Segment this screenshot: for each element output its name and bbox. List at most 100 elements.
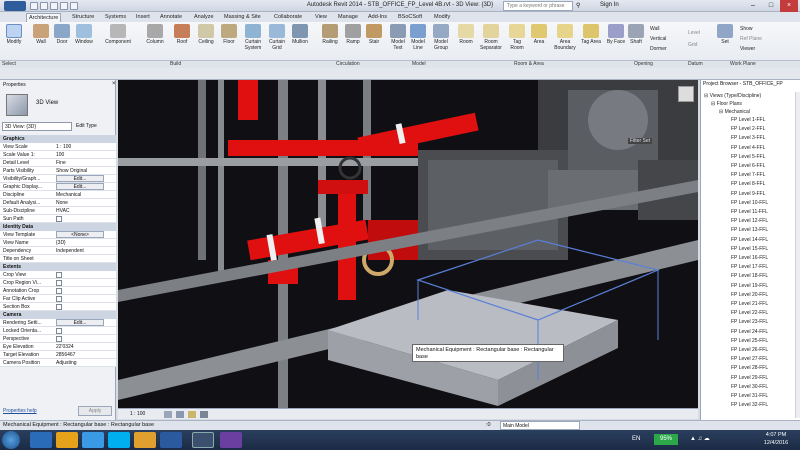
tab-insert[interactable]: Insert [134,13,152,22]
model-text-button[interactable]: Model Text [388,24,408,51]
group-camera[interactable]: Camera [0,311,116,319]
browser-view-item[interactable]: FP Level 3-FFL [701,134,800,142]
component-button[interactable]: Component [98,24,138,45]
set-button[interactable]: Set [716,24,734,45]
start-button[interactable] [2,431,20,449]
roof-button[interactable]: Roof [172,24,192,45]
browser-view-item[interactable]: FP Level 23-FFL [701,318,800,326]
wall-button[interactable]: Wall [32,24,50,45]
group-extents[interactable]: Extents [0,263,116,271]
by-face-button[interactable]: By Face [606,24,626,45]
tab-annotate[interactable]: Annotate [158,13,184,22]
column-button[interactable]: Column [142,24,168,45]
browser-view-item[interactable]: FP Level 12-FFL [701,217,800,225]
browser-view-item[interactable]: FP Level 16-FFL [701,254,800,262]
area-button[interactable]: Area [529,24,549,45]
area-boundary-button[interactable]: Area Boundary [551,24,579,51]
active-workset-dropdown[interactable]: Main Model [500,421,580,430]
shadows-icon[interactable] [200,411,208,418]
3d-viewport[interactable]: Filter Set [118,80,698,408]
door-button[interactable]: Door [52,24,72,45]
window-button[interactable]: Window [72,24,96,45]
wall-opening-button[interactable]: Wall [650,26,660,33]
tab-massing-site[interactable]: Massing & Site [222,13,263,22]
grid-button[interactable]: Grid [688,42,697,49]
tab-collaborate[interactable]: Collaborate [272,13,304,22]
curtain-system-button[interactable]: Curtain System [240,24,266,51]
close-button[interactable]: × [780,0,798,12]
view-template-button[interactable]: <None> [56,231,104,238]
browser-view-item[interactable]: FP Level 7-FFL [701,171,800,179]
shaft-button[interactable]: Shaft [626,24,646,45]
browser-view-item[interactable]: FP Level 32-FFL [701,401,800,409]
edit-type-button[interactable]: Edit Type [76,123,97,129]
room-separator-button[interactable]: Room Separator [476,24,506,51]
properties-help-link[interactable]: Properties help [3,408,37,414]
browser-view-item[interactable]: FP Level 1-FFL [701,116,800,124]
browser-view-item[interactable]: FP Level 15-FFL [701,245,800,253]
tab-view[interactable]: View [313,13,329,22]
tree-floor-plans[interactable]: ⊟ Floor Plans [701,100,800,108]
perspective-checkbox[interactable] [56,336,62,342]
browser-view-item[interactable]: FP Level 29-FFL [701,374,800,382]
browser-scrollbar[interactable] [795,92,800,418]
view-name-field[interactable]: {3D} [56,239,66,247]
curtain-grid-button[interactable]: Curtain Grid [266,24,288,51]
browser-view-item[interactable]: FP Level 27-FFL [701,355,800,363]
battery-indicator[interactable]: 95% [654,434,678,445]
tree-views-root[interactable]: ⊟ Views (Type/Discipline) [701,92,800,100]
ie-icon[interactable] [30,432,52,448]
browser-view-item[interactable]: FP Level 28-FFL [701,364,800,372]
room-button[interactable]: Room [456,24,476,45]
modify-button[interactable]: Modify [3,24,25,45]
browser-view-item[interactable]: FP Level 10-FFL [701,199,800,207]
word-icon[interactable] [160,432,182,448]
browser-view-item[interactable]: FP Level 22-FFL [701,309,800,317]
browser-view-item[interactable]: FP Level 13-FFL [701,226,800,234]
group-identity-data[interactable]: Identity Data [0,223,116,231]
clock-date[interactable]: 12/4/2016 [756,440,796,446]
dormer-button[interactable]: Dormer [650,46,667,53]
browser-view-item[interactable]: FP Level 30-FFL [701,383,800,391]
group-graphics[interactable]: Graphics [0,135,116,143]
browser-view-item[interactable]: FP Level 26-FFL [701,346,800,354]
crop-region-checkbox[interactable] [56,280,62,286]
type-selector[interactable]: 3D View: {3D} [2,122,72,131]
level-button[interactable]: Level [688,30,700,37]
rendering-settings-button[interactable]: Edit... [56,319,104,326]
vg-edit-button[interactable]: Edit... [56,175,104,182]
properties-close-icon[interactable]: × [112,81,116,87]
chrome-icon[interactable] [56,432,78,448]
search-icon[interactable]: ⚲ [576,2,580,9]
graphic-display-edit-button[interactable]: Edit... [56,183,104,190]
browser-view-item[interactable]: FP Level 5-FFL [701,153,800,161]
floor-button[interactable]: Floor [219,24,239,45]
tab-architecture[interactable]: Architecture [26,13,62,22]
skype-icon[interactable] [108,432,130,448]
model-line-button[interactable]: Model Line [408,24,428,51]
crop-view-checkbox[interactable] [56,272,62,278]
language-indicator[interactable]: EN [632,436,640,442]
clock-time[interactable]: 4:07 PM [756,432,796,438]
sign-in-link[interactable]: Sign In [600,2,619,8]
railing-button[interactable]: Railing [318,24,342,45]
revit-task-icon[interactable] [192,432,214,448]
browser-view-item[interactable]: FP Level 20-FFL [701,291,800,299]
viewer-button[interactable]: Viewer [740,46,755,53]
model-group-button[interactable]: Model Group [430,24,452,51]
tab-structure[interactable]: Structure [70,13,96,22]
viewcube-icon[interactable] [678,86,694,102]
maximize-button[interactable]: □ [762,0,780,12]
sun-path-checkbox[interactable] [56,216,62,222]
show-work-plane-button[interactable]: Show [740,26,753,33]
explorer-icon[interactable] [134,432,156,448]
tab-bsocsoft[interactable]: BSoCSoft [396,13,424,22]
section-box-checkbox[interactable] [56,304,62,310]
tag-area-button[interactable]: Tag Area [580,24,602,45]
browser-view-item[interactable]: FP Level 21-FFL [701,300,800,308]
view-scale[interactable]: 1 : 100 [130,411,145,417]
panel-select[interactable]: Select [2,61,16,67]
annotation-crop-checkbox[interactable] [56,288,62,294]
browser-view-item[interactable]: FP Level 24-FFL [701,328,800,336]
browser-view-item[interactable]: FP Level 14-FFL [701,236,800,244]
